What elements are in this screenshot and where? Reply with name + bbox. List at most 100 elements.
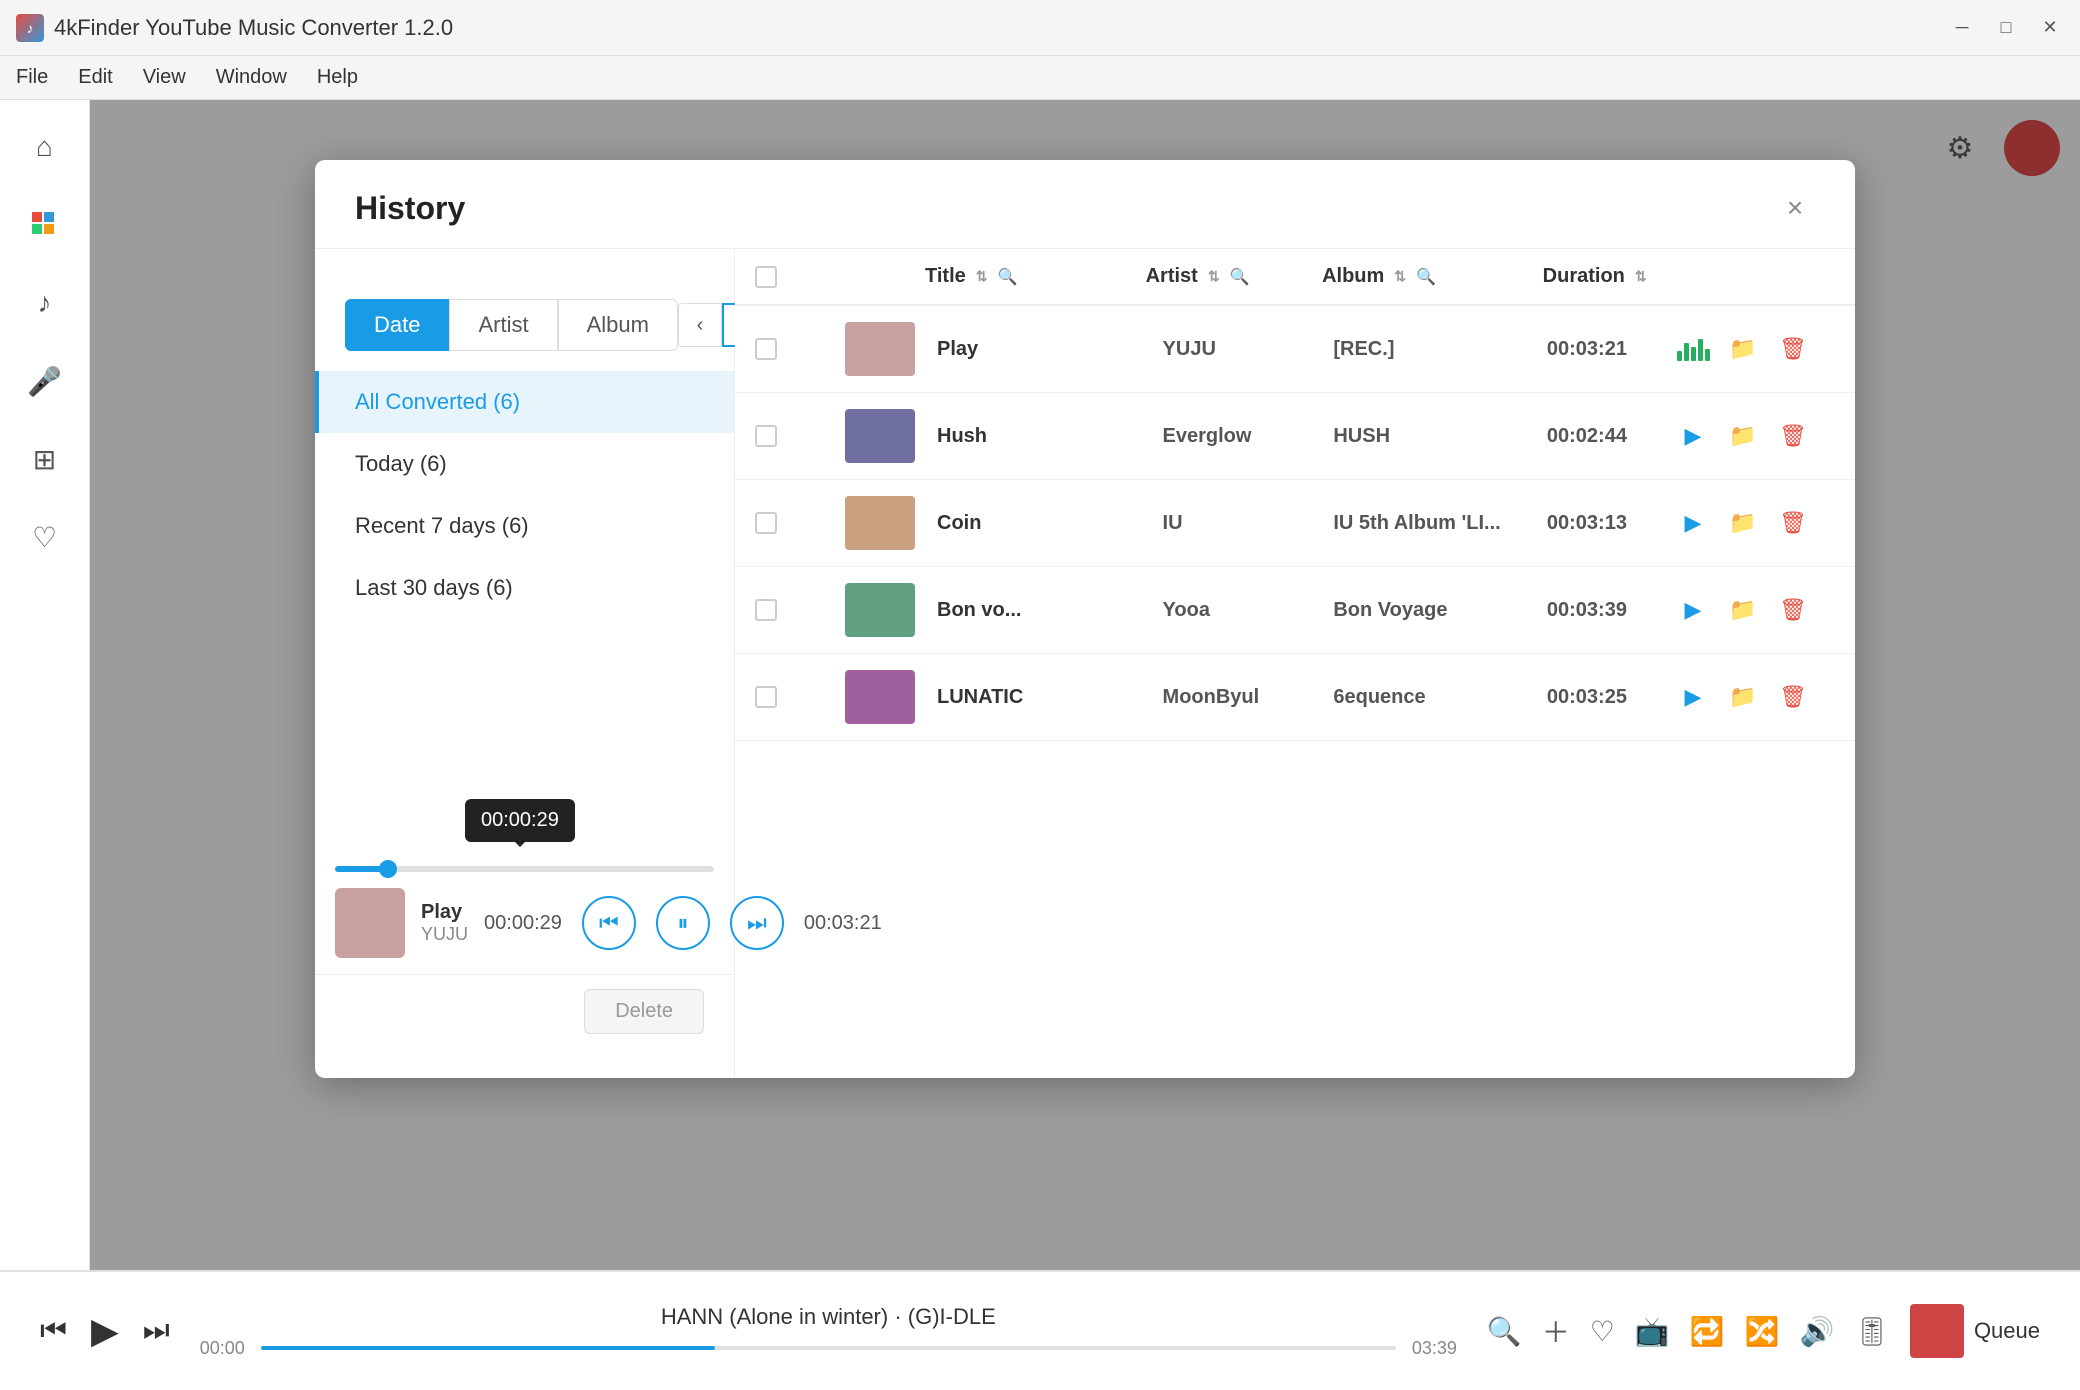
row-5-play-button[interactable]: ▶ [1675, 679, 1711, 715]
row-1-duration: 00:03:21 [1547, 338, 1675, 361]
player-current-time: 00:00:29 [484, 912, 562, 935]
bottom-add-button[interactable]: ＋ [1542, 1311, 1570, 1351]
row-3-checkbox[interactable] [755, 512, 777, 534]
menu-view[interactable]: View [143, 66, 186, 89]
app-title: 4kFinder YouTube Music Converter 1.2.0 [54, 15, 453, 41]
progress-bar[interactable] [335, 866, 714, 872]
menu-help[interactable]: Help [317, 66, 358, 89]
bottom-shuffle-icon[interactable]: 🔀 [1745, 1315, 1780, 1348]
row-5-folder-button[interactable]: 📁 [1725, 679, 1761, 715]
row-checkbox-1 [755, 338, 805, 360]
duration-sort-icon[interactable]: ⇅ [1635, 268, 1647, 285]
title-search-icon[interactable]: 🔍 [998, 267, 1018, 287]
sidebar-music-icon[interactable]: ♪ [18, 276, 72, 330]
delete-btn-area: Delete [315, 974, 734, 1048]
bottom-time-start: 00:00 [200, 1338, 245, 1359]
prev-page-button[interactable]: ‹ [678, 303, 722, 347]
modal-body: Date Artist Album ‹ 1 › [315, 249, 1855, 1078]
album-search-icon[interactable]: 🔍 [1416, 267, 1436, 287]
row-1-waveform-icon[interactable] [1675, 331, 1711, 367]
row-2-title: Hush [925, 425, 1163, 448]
modal-header: History × [315, 160, 1855, 249]
filter-tab-album[interactable]: Album [558, 299, 678, 351]
bottom-time-end: 03:39 [1412, 1338, 1457, 1359]
row-4-delete-button[interactable]: 🗑 [1775, 592, 1811, 628]
menu-file[interactable]: File [16, 66, 48, 89]
bottom-volume-icon[interactable]: 🔊 [1800, 1315, 1835, 1348]
progress-thumb[interactable] [379, 860, 397, 878]
row-5-actions: ▶ 📁 🗑 [1675, 679, 1835, 715]
bottom-prev-button[interactable]: ⏮ [40, 1314, 67, 1348]
maximize-button[interactable]: □ [1992, 14, 2020, 42]
row-3-title: Coin [925, 512, 1163, 535]
player-section: Play YUJU 00:00:29 ⏮ ⏸ ⏭ 00:03:21 [315, 872, 734, 974]
modal-close-button[interactable]: × [1775, 188, 1815, 228]
row-2-delete-button[interactable]: 🗑 [1775, 418, 1811, 454]
row-2-checkbox[interactable] [755, 425, 777, 447]
player-artist: YUJU [421, 924, 468, 945]
player-thumb [335, 888, 405, 958]
filter-tab-date[interactable]: Date [345, 299, 449, 351]
row-5-delete-button[interactable]: 🗑 [1775, 679, 1811, 715]
close-app-button[interactable]: ✕ [2036, 14, 2064, 42]
minimize-button[interactable]: ─ [1948, 14, 1976, 42]
row-4-folder-button[interactable]: 📁 [1725, 592, 1761, 628]
row-2-duration: 00:02:44 [1547, 425, 1675, 448]
artist-search-icon[interactable]: 🔍 [1230, 267, 1250, 287]
player-info: Play YUJU [421, 901, 468, 945]
row-4-album: Bon Voyage [1333, 599, 1547, 622]
row-1-delete-button[interactable]: 🗑 [1775, 331, 1811, 367]
row-2-folder-button[interactable]: 📁 [1725, 418, 1761, 454]
prev-track-button[interactable]: ⏮ [582, 896, 636, 950]
row-3-artist: IU [1163, 512, 1334, 535]
row-3-play-button[interactable]: ▶ [1675, 505, 1711, 541]
row-3-duration: 00:03:13 [1547, 512, 1675, 535]
date-group-all[interactable]: All Converted (6) [315, 371, 734, 433]
row-1-folder-button[interactable]: 📁 [1725, 331, 1761, 367]
date-group-last30[interactable]: Last 30 days (6) [315, 557, 734, 619]
sidebar-heart-icon[interactable]: ♡ [18, 510, 72, 564]
table-body: Play YUJU [REC.] 00:03:21 [735, 306, 1855, 1078]
menu-window[interactable]: Window [216, 66, 287, 89]
row-4-checkbox[interactable] [755, 599, 777, 621]
delete-button[interactable]: Delete [584, 989, 704, 1034]
sidebar-colorpicker-icon[interactable] [18, 198, 72, 252]
date-group-today[interactable]: Today (6) [315, 433, 734, 495]
bottom-equalizer-icon[interactable]: 🎚 [1854, 1315, 1890, 1348]
bottom-progress-bar[interactable] [261, 1346, 1396, 1350]
sidebar-home-icon[interactable]: ⌂ [18, 120, 72, 174]
row-5-checkbox[interactable] [755, 686, 777, 708]
date-group-recent7[interactable]: Recent 7 days (6) [315, 495, 734, 557]
row-4-play-button[interactable]: ▶ [1675, 592, 1711, 628]
bottom-search-button[interactable]: 🔍 [1487, 1315, 1522, 1348]
sidebar-mic-icon[interactable]: 🎤 [18, 354, 72, 408]
bottom-progress: 00:00 03:39 [200, 1338, 1457, 1359]
queue-label[interactable]: Queue [1974, 1318, 2040, 1344]
filter-tab-artist[interactable]: Artist [449, 299, 557, 351]
date-groups: All Converted (6) Today (6) Recent 7 day… [315, 371, 734, 619]
menu-edit[interactable]: Edit [78, 66, 112, 89]
bottom-track-info: HANN (Alone in winter) · (G)I-DLE 00:00 … [200, 1304, 1457, 1359]
row-4-duration: 00:03:39 [1547, 599, 1675, 622]
bottom-heart-button[interactable]: ♡ [1590, 1315, 1615, 1348]
album-sort-icon[interactable]: ⇅ [1394, 268, 1406, 285]
bottom-cast-icon[interactable]: 📺 [1635, 1315, 1670, 1348]
row-1-title: Play [925, 338, 1163, 361]
artist-sort-icon[interactable]: ⇅ [1208, 268, 1220, 285]
right-panel: Title ⇅ 🔍 Artist ⇅ 🔍 A [735, 249, 1855, 1078]
select-all-checkbox[interactable] [755, 266, 777, 288]
row-3-delete-button[interactable]: 🗑 [1775, 505, 1811, 541]
row-3-folder-button[interactable]: 📁 [1725, 505, 1761, 541]
title-sort-icon[interactable]: ⇅ [976, 268, 988, 285]
sidebar-grid-icon[interactable]: ⊞ [18, 432, 72, 486]
bottom-next-button[interactable]: ⏭ [143, 1314, 170, 1348]
bottom-play-button[interactable]: ▶ [91, 1310, 119, 1352]
row-2-album: HUSH [1333, 425, 1547, 448]
bottom-repeat-icon[interactable]: 🔁 [1690, 1315, 1725, 1348]
row-1-checkbox[interactable] [755, 338, 777, 360]
history-modal: History × Date Artist [315, 160, 1855, 1078]
row-2-play-button[interactable]: ▶ [1675, 418, 1711, 454]
pause-button[interactable]: ⏸ [656, 896, 710, 950]
row-4-artist: Yooa [1163, 599, 1334, 622]
table-row: Bon vo... Yooa Bon Voyage 00:03:39 ▶ 📁 🗑 [735, 567, 1855, 654]
